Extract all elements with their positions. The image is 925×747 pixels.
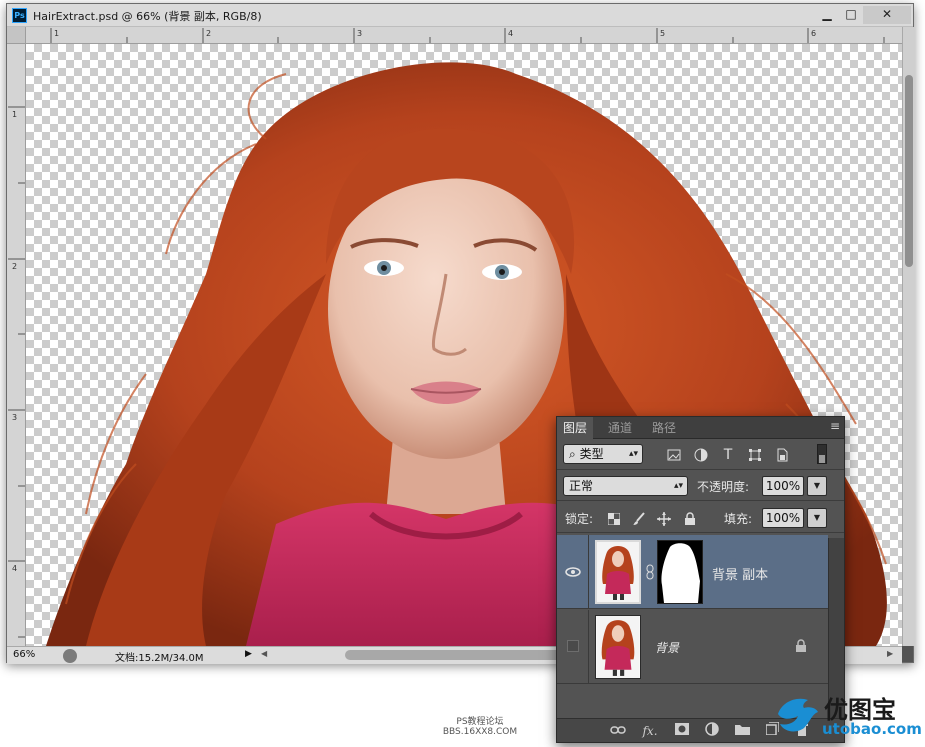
panel-tab-bar: 图层 通道 路径 ≡ [557,417,844,439]
tab-channels[interactable]: 通道 [602,417,638,439]
maximize-button[interactable]: □ [839,6,863,24]
status-menu-arrow-icon[interactable]: ▶ [245,649,252,659]
lock-all-icon[interactable] [681,510,699,528]
lock-row: 锁定: 填充: 100% ▼ [557,503,844,533]
layer-row-background[interactable]: 背景 [557,610,828,684]
brand-watermark: 优图宝 utobao.com [770,690,922,740]
scroll-right-icon[interactable]: ▶ [887,649,893,658]
title-bar: Ps HairExtract.psd @ 66% (背景 副本, RGB/8) … [7,4,913,27]
tab-layers[interactable]: 图层 [557,417,594,439]
blend-mode-select[interactable]: 正常 ▴▾ [563,476,688,496]
smart-object-filter-icon[interactable] [773,446,791,464]
adjustment-filter-icon[interactable] [692,446,710,464]
close-button[interactable]: ✕ [863,6,911,24]
opacity-input[interactable]: 100% [762,476,804,496]
chevron-updown-icon: ▴▾ [628,449,638,459]
scrollbar-thumb[interactable] [905,75,913,267]
filter-row: ⌕ 类型 ▴▾ T [557,440,844,470]
layer-lock-icon[interactable] [795,639,807,653]
bird-logo-icon [778,698,818,732]
document-title: HairExtract.psd @ 66% (背景 副本, RGB/8) [33,10,262,23]
layer-row-background-copy[interactable]: 背景 副本 [557,535,828,609]
hidden-visibility-box [567,640,579,652]
status-info-icon[interactable] [63,649,77,663]
minimize-button[interactable]: ▁ [815,6,839,24]
blend-row: 正常 ▴▾ 不透明度: 100% ▼ [557,471,844,501]
pixel-filter-icon[interactable] [665,446,683,464]
panel-menu-icon[interactable]: ≡ [830,419,840,433]
fx-icon[interactable]: fx. [641,722,659,740]
lock-position-move-icon[interactable] [655,510,673,528]
fill-input[interactable]: 100% [762,508,804,528]
eye-icon [565,567,581,577]
link-icon[interactable] [609,722,627,740]
brand-url: utobao.com [822,720,922,738]
mask-link-chain-icon[interactable] [645,564,655,580]
forum-watermark: PS教程论坛 BBS.16XX8.COM [420,717,540,737]
layer-thumbnail[interactable] [595,540,641,604]
lock-label: 锁定: [565,512,594,526]
vertical-scrollbar[interactable] [902,27,915,646]
visibility-toggle[interactable] [557,535,589,609]
lock-transparency-icon[interactable] [605,510,623,528]
layer-name[interactable]: 背景 [655,639,679,656]
photoshop-logo-icon: Ps [12,8,27,23]
lock-pixels-brush-icon[interactable] [630,510,648,528]
layer-name[interactable]: 背景 副本 [712,564,768,583]
type-filter-icon[interactable]: T [719,446,737,464]
ruler-origin[interactable] [7,27,26,44]
document-size: 文档:15.2M/34.0M [115,653,204,664]
chevron-updown-icon: ▴▾ [673,481,683,491]
vertical-ruler[interactable]: 1 2 3 4 [7,44,26,646]
fill-label: 填充: [724,512,753,526]
ruler-ticks [8,106,25,638]
ruler-ticks [50,28,885,43]
forum-watermark-line1: PS教程论坛 [456,717,504,727]
visibility-toggle[interactable] [557,610,589,684]
filter-kind-label: 类型 [579,447,604,461]
tab-paths[interactable]: 路径 [646,417,682,439]
horizontal-ruler[interactable]: 1 2 3 4 5 6 [26,27,902,44]
opacity-dropdown-arrow-icon[interactable]: ▼ [807,476,827,496]
scroll-left-icon[interactable]: ◀ [261,649,267,658]
mask-icon[interactable] [673,722,691,740]
horizontal-scrollbar-thumb[interactable] [345,650,565,660]
layer-thumbnail[interactable] [595,615,641,679]
search-icon: ⌕ [569,447,576,461]
zoom-level[interactable]: 66% [13,649,35,660]
layer-mask-thumbnail[interactable] [657,540,703,604]
adjustment-icon[interactable] [703,722,721,740]
forum-watermark-line2: BBS.16XX8.COM [442,727,518,737]
fill-dropdown-arrow-icon[interactable]: ▼ [807,508,827,528]
blend-mode-value: 正常 [569,479,594,493]
shape-filter-icon[interactable] [746,446,764,464]
filter-kind-select[interactable]: ⌕ 类型 ▴▾ [563,444,643,464]
opacity-label: 不透明度: [697,480,750,494]
folder-icon[interactable] [733,722,751,740]
filter-toggle-switch[interactable] [817,444,827,464]
